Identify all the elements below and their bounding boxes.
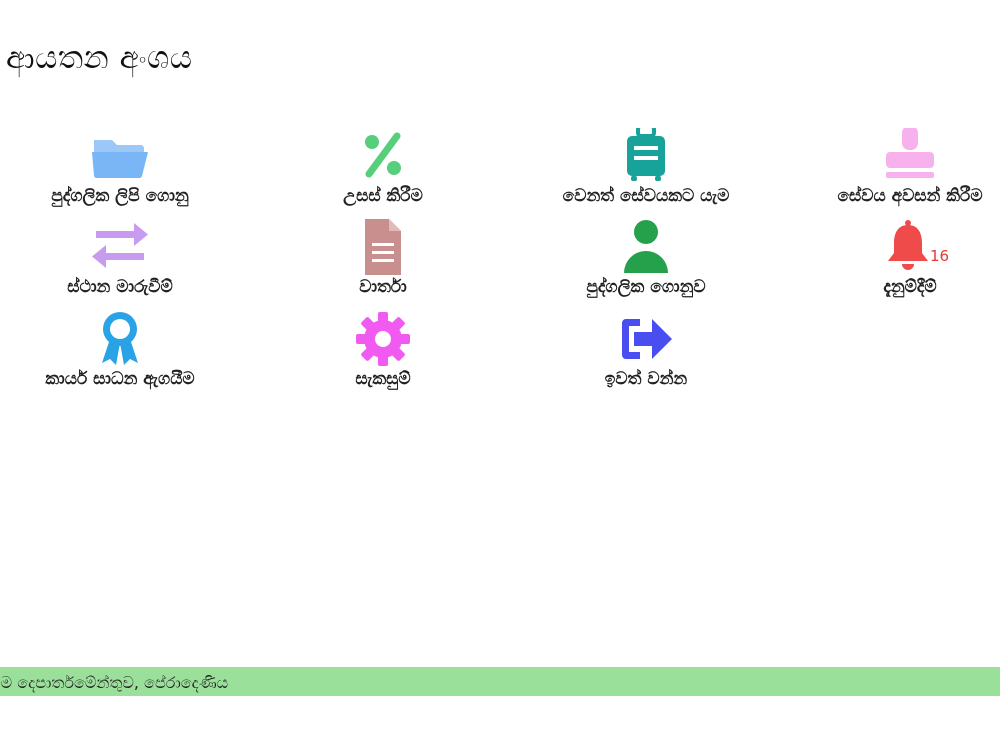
tile-label: සේවය අවසන් කිරීම [837, 186, 983, 206]
document-icon [353, 219, 413, 275]
footer-text: ීම දෙපාර්තමේන්තුව, පේරාදෙණිය [0, 673, 229, 692]
tile-transfer-to-other-service[interactable]: වෙනත් සේවයකට යැම [526, 128, 766, 206]
folder-icon [90, 128, 150, 184]
dashboard-page: ආයතන අංශය පුද්ගලික ලිපි ගොනු උසස් කිරීම [0, 0, 1000, 750]
tile-location-transfers[interactable]: ස්ථාන මාරුවීම් [0, 219, 240, 297]
tile-personal-files[interactable]: පුද්ගලික ලිපි ගොනු [0, 128, 240, 206]
tile-personal-file[interactable]: පුද්ගලික ගොනුව [526, 219, 766, 297]
exchange-icon [90, 219, 150, 275]
tile-label: ස්ථාන මාරුවීම් [67, 277, 173, 297]
tile-label: උසස් කිරීම [343, 186, 423, 206]
tile-end-of-service[interactable]: සේවය අවසන් කිරීම [790, 128, 1000, 206]
footer-bar: ීම දෙපාර්තමේන්තුව, පේරාදෙණිය [0, 667, 1000, 696]
notification-count-badge: 16 [930, 247, 950, 265]
tile-settings[interactable]: සැකසුම් [263, 311, 503, 389]
tile-promotion[interactable]: උසස් කිරීම [263, 128, 503, 206]
tile-notifications[interactable]: 16 දැනුම්දීම් [790, 219, 1000, 297]
user-icon [616, 219, 676, 275]
page-title: ආයතන අංශය [6, 40, 193, 76]
tile-label: දැනුම්දීම් [883, 277, 937, 297]
tile-label: කාර්ය සාධන ඇගයීම [45, 369, 195, 389]
bell-icon: 16 [880, 219, 949, 275]
tile-performance-evaluation[interactable]: කාර්ය සාධන ඇගයීම [0, 311, 240, 389]
tile-label: වාර්තා [359, 277, 407, 297]
percent-icon [353, 128, 413, 184]
sign-out-icon [616, 311, 676, 367]
stamp-icon [880, 128, 940, 184]
tile-label: පුද්ගලික ලිපි ගොනු [51, 186, 189, 206]
tile-logout[interactable]: ඉවත් වන්න [526, 311, 766, 389]
gear-icon [353, 311, 413, 367]
tile-label: ඉවත් වන්න [604, 369, 688, 389]
tile-label: පුද්ගලික ගොනුව [586, 277, 706, 297]
tile-label: වෙනත් සේවයකට යැම [562, 186, 730, 206]
suitcase-icon [616, 128, 676, 184]
tile-label: සැකසුම් [355, 369, 411, 389]
award-icon [90, 311, 150, 367]
tile-reports[interactable]: වාර්තා [263, 219, 503, 297]
